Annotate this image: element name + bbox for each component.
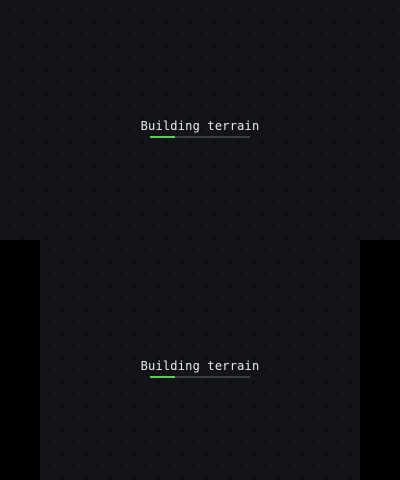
loading-indicator: Building terrain <box>40 358 360 378</box>
loading-status-label: Building terrain <box>140 359 260 373</box>
loading-indicator: Building terrain <box>0 118 400 138</box>
progress-bar-fill <box>150 136 175 138</box>
bottom-screen: Building terrain <box>40 240 360 480</box>
loading-status-label: Building terrain <box>140 119 260 133</box>
progress-bar-fill <box>150 376 175 378</box>
progress-bar <box>150 136 250 138</box>
progress-bar <box>150 376 250 378</box>
top-screen: Building terrain <box>0 0 400 240</box>
